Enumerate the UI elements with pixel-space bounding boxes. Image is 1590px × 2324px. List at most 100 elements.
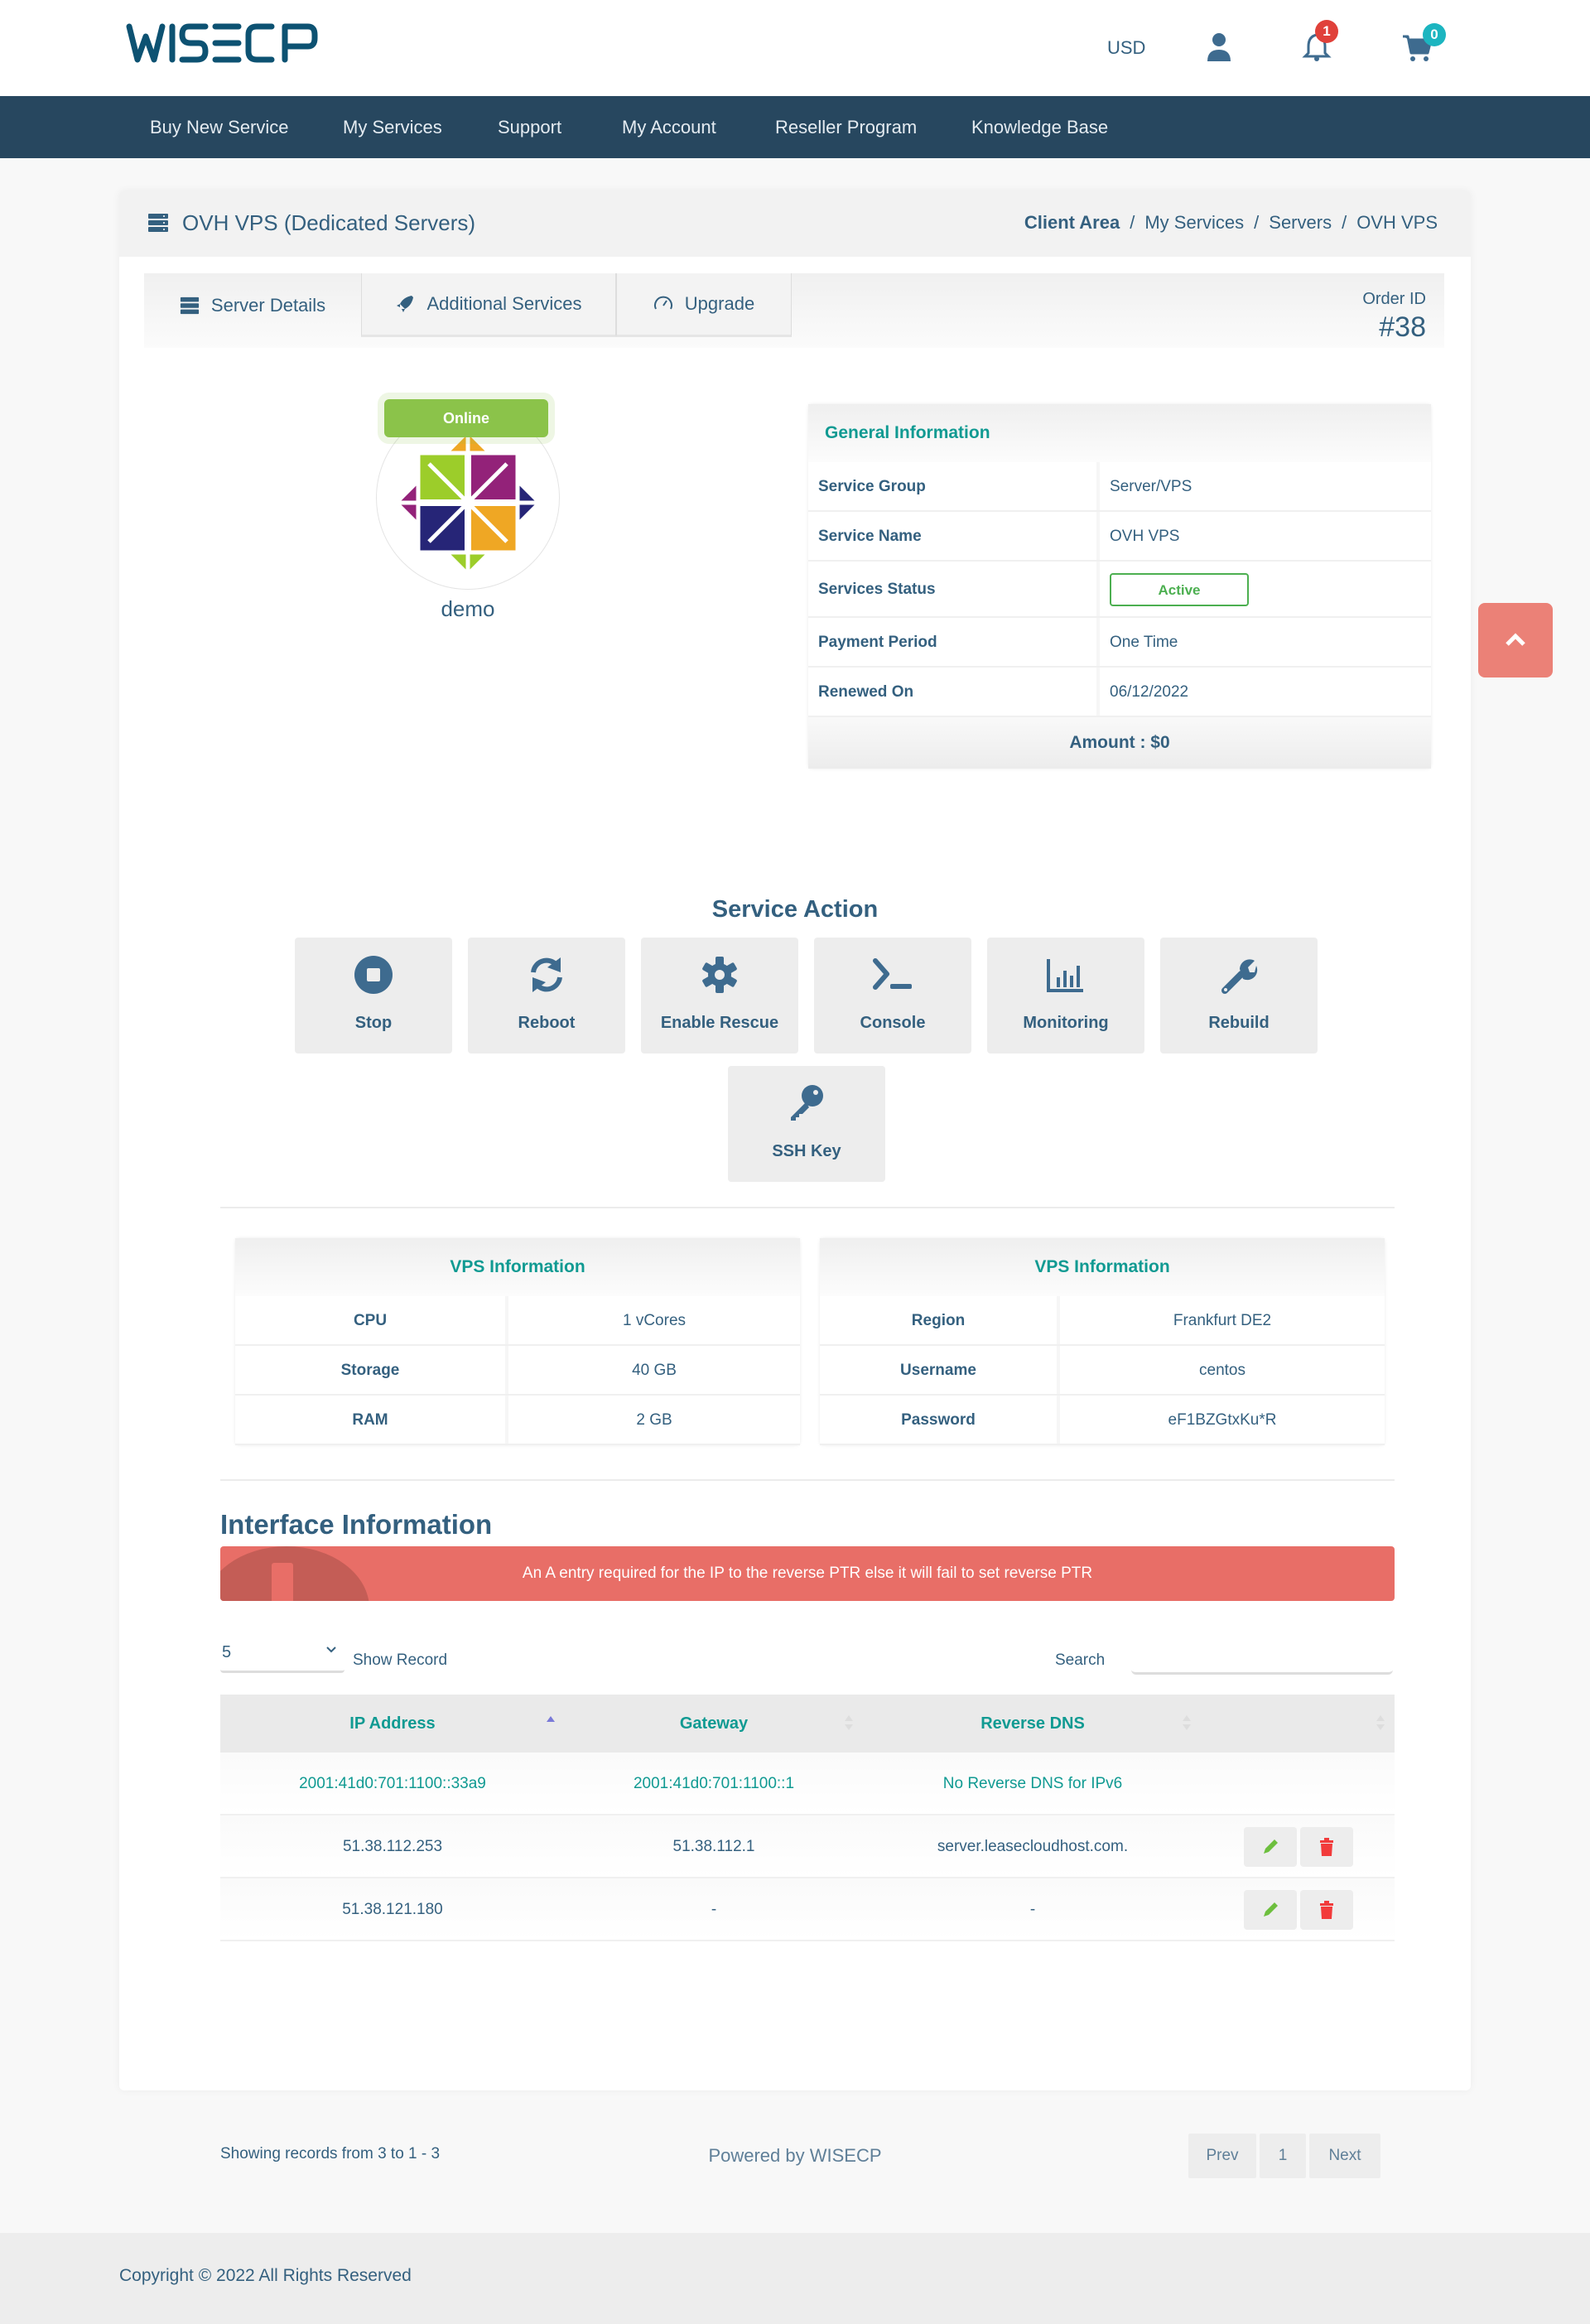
tab-label: Additional Services: [426, 293, 582, 314]
column-gateway[interactable]: Gateway: [565, 1695, 863, 1753]
breadcrumb-servers[interactable]: Servers: [1269, 212, 1332, 233]
nav-reseller-program[interactable]: Reseller Program: [775, 96, 917, 158]
cart-button[interactable]: 0: [1401, 23, 1446, 63]
column-reverse-dns[interactable]: Reverse DNS: [863, 1695, 1202, 1753]
ssh-key-button[interactable]: SSH Key: [728, 1066, 885, 1182]
info-value: OVH VPS: [1110, 528, 1180, 545]
cell-ip: 2001:41d0:701:1100::33a9: [299, 1775, 486, 1792]
cell-reverse-dns: No Reverse DNS for IPv6: [942, 1775, 1123, 1792]
button-label: Reboot: [518, 1014, 576, 1032]
scroll-to-top-button[interactable]: [1478, 603, 1553, 677]
sort-icon[interactable]: [843, 1713, 855, 1733]
table-row: 51.38.121.180 - -: [220, 1878, 1395, 1941]
edit-button[interactable]: [1244, 1890, 1297, 1930]
breadcrumb-my-services[interactable]: My Services: [1144, 212, 1244, 233]
rebuild-button[interactable]: Rebuild: [1160, 938, 1318, 1054]
nav-my-account[interactable]: My Account: [622, 96, 716, 158]
footer: Copyright © 2022 All Rights Reserved: [0, 2233, 1590, 2324]
enable-rescue-button[interactable]: Enable Rescue: [641, 938, 798, 1054]
service-detail-card: OVH VPS (Dedicated Servers) Client Area /…: [119, 190, 1471, 2178]
console-button[interactable]: Console: [814, 938, 971, 1054]
info-row: Region Frankfurt DE2: [820, 1296, 1385, 1346]
delete-button[interactable]: [1300, 1890, 1353, 1930]
breadcrumb-current: OVH VPS: [1356, 212, 1438, 233]
stop-icon: [354, 956, 393, 994]
info-value: 2 GB: [636, 1411, 672, 1429]
page-size-select[interactable]: 5: [220, 1640, 344, 1673]
rocket-icon: [397, 296, 414, 312]
tab-additional-services[interactable]: Additional Services: [361, 273, 616, 337]
vps-information-title: VPS Information: [235, 1238, 800, 1296]
breadcrumb-client-area[interactable]: Client Area: [1024, 212, 1120, 233]
info-value: 40 GB: [632, 1362, 677, 1379]
breadcrumb: Client Area / My Services / Servers / OVH VPS: [1024, 212, 1438, 233]
nav-support[interactable]: Support: [498, 96, 561, 158]
general-information-title: General Information: [808, 404, 1431, 462]
sort-icon[interactable]: [1375, 1713, 1386, 1733]
interface-information-title: Interface Information: [220, 1509, 493, 1540]
info-row: Username centos: [820, 1346, 1385, 1396]
info-label: CPU: [235, 1296, 508, 1344]
info-label: Storage: [235, 1346, 508, 1394]
general-information-panel: General Information Service Group Server…: [808, 404, 1431, 769]
page-title: OVH VPS (Dedicated Servers): [182, 210, 476, 235]
centos-logo-icon: [399, 434, 537, 571]
nav-my-services[interactable]: My Services: [343, 96, 442, 158]
edit-button[interactable]: [1244, 1827, 1297, 1867]
brand-logo[interactable]: [124, 20, 340, 66]
info-label: RAM: [235, 1396, 508, 1444]
info-row: CPU 1 vCores: [235, 1296, 800, 1346]
password-value: eF1BZGtxKu*R: [1168, 1411, 1277, 1429]
trash-icon: [1320, 1838, 1333, 1856]
page-size-value: 5: [222, 1643, 232, 1661]
powered-by[interactable]: Powered by WISECP: [0, 2145, 1590, 2167]
search-label: Search: [1055, 1651, 1106, 1669]
notifications-button[interactable]: 1: [1300, 20, 1338, 63]
key-icon: [791, 1085, 823, 1121]
tab-label: Server Details: [210, 294, 326, 316]
cell-ip: 51.38.112.253: [342, 1838, 443, 1855]
main-nav: Buy New Service My Services Support My A…: [0, 96, 1590, 158]
stop-button[interactable]: Stop: [295, 938, 452, 1054]
currency-selector[interactable]: USD: [1107, 37, 1145, 59]
tab-upgrade[interactable]: Upgrade: [616, 273, 792, 337]
sort-asc-icon[interactable]: [545, 1713, 556, 1733]
tab-server-details[interactable]: Server Details: [144, 273, 361, 337]
nav-buy-new-service[interactable]: Buy New Service: [150, 96, 289, 158]
vps-information-panel-right: VPS Information Region Frankfurt DE2 User…: [820, 1238, 1385, 1445]
section-divider: [220, 1207, 1395, 1208]
info-value: 1 vCores: [622, 1312, 687, 1329]
notification-count-badge: 1: [1315, 20, 1338, 43]
table-row: 51.38.112.253 51.38.112.1 server.leasecl…: [220, 1815, 1395, 1878]
nav-knowledge-base[interactable]: Knowledge Base: [971, 96, 1108, 158]
ptr-warning-alert: An A entry required for the IP to the re…: [220, 1546, 1395, 1601]
wisecp-logo-icon: [126, 23, 318, 63]
info-row: Password eF1BZGtxKu*R: [820, 1396, 1385, 1445]
alert-message: An A entry required for the IP to the re…: [522, 1565, 1093, 1582]
cell-reverse-dns: -: [1029, 1901, 1036, 1918]
pencil-icon: [1264, 1839, 1278, 1854]
top-header: USD 1 0: [0, 0, 1590, 96]
info-value: Frankfurt DE2: [1173, 1312, 1272, 1329]
column-ip-address[interactable]: IP Address: [220, 1695, 565, 1753]
chevron-down-icon: [326, 1647, 336, 1653]
delete-button[interactable]: [1300, 1827, 1353, 1867]
reboot-button[interactable]: Reboot: [468, 938, 625, 1054]
info-label: Renewed On: [808, 668, 1100, 716]
trash-icon: [1320, 1901, 1333, 1919]
sort-icon[interactable]: [1181, 1713, 1192, 1733]
chevron-up-icon: [1506, 633, 1525, 646]
search-input[interactable]: [1131, 1642, 1393, 1675]
service-status-badge: Active: [1110, 572, 1249, 606]
chart-icon: [1047, 959, 1083, 992]
cell-gateway: -: [711, 1901, 717, 1918]
info-value: centos: [1199, 1362, 1246, 1379]
user-icon[interactable]: [1202, 30, 1236, 63]
tabs-bar: Server Details Additional Services Upgra…: [144, 273, 1444, 348]
button-label: Console: [860, 1014, 926, 1032]
order-id-label: Order ID: [1362, 290, 1426, 308]
info-label: Payment Period: [808, 618, 1100, 666]
service-action-title: Service Action: [711, 896, 879, 923]
info-label: Service Group: [808, 462, 1100, 510]
monitoring-button[interactable]: Monitoring: [987, 938, 1144, 1054]
